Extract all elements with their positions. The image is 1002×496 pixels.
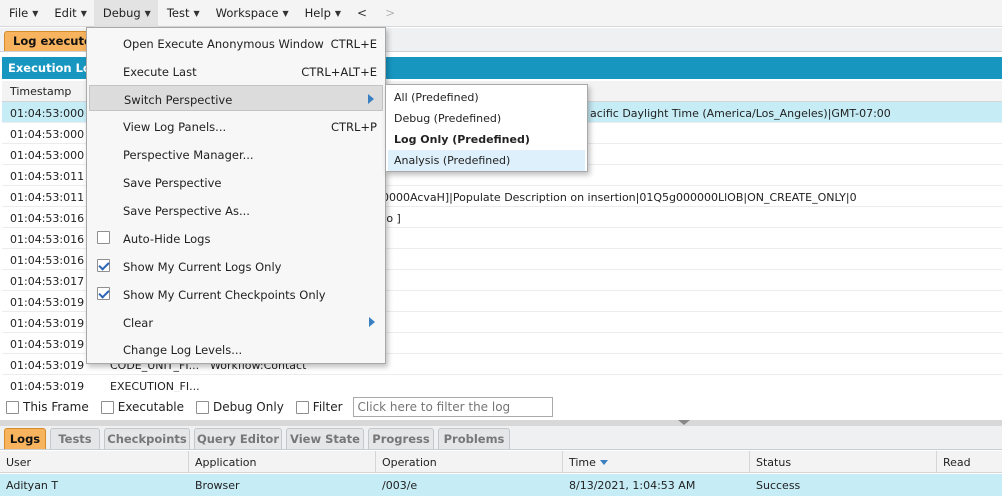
tab-query-editor[interactable]: Query Editor [194,428,282,449]
tab-problems[interactable]: Problems [438,428,510,449]
menu-test[interactable]: Test ▼ [158,0,207,27]
caret-down-icon: ▼ [144,8,151,18]
column-time[interactable]: Time [563,451,750,473]
executable-checkbox[interactable]: Executable [100,400,184,414]
menu-item-clear[interactable]: Clear [89,309,383,335]
menu-item-save-perspective[interactable]: Save Perspective [89,169,383,195]
tab-progress[interactable]: Progress [368,428,434,449]
menu-file[interactable]: File ▼ [0,0,45,27]
menu-edit[interactable]: Edit ▼ [45,0,93,27]
menu-item-auto-hide-logs[interactable]: Auto-Hide Logs [89,225,383,251]
filter-checkbox[interactable]: Filter [295,400,343,414]
menu-help[interactable]: Help ▼ [296,0,348,27]
perspective-debug[interactable]: Debug (Predefined) [388,108,585,129]
menu-item-perspective-manager[interactable]: Perspective Manager... [89,141,383,167]
menu-item-switch-perspective[interactable]: Switch Perspective [89,85,383,111]
checkbox-icon [100,400,114,414]
cell-status: Success [756,479,801,492]
caret-down-icon: ▼ [80,8,87,18]
tab-logs[interactable]: Logs [4,428,46,449]
checkbox-checked-icon [97,259,110,272]
caret-down-icon: ▼ [334,8,342,18]
checkbox-icon [97,231,110,244]
column-status[interactable]: Status [750,451,937,473]
cell-application: Browser [195,479,240,492]
log-tab[interactable]: Log executeA [4,31,88,51]
bottom-tab-strip: Logs Tests Checkpoints Query Editor View… [0,426,1002,450]
switch-perspective-submenu: All (Predefined) Debug (Predefined) Log … [385,84,588,172]
splitter-grip-icon[interactable] [678,420,690,425]
cell-operation: /003/e [382,479,418,492]
table-row[interactable]: Adityan T Browser /003/e 8/13/2021, 1:04… [0,474,1002,496]
checkbox-icon [295,400,309,414]
menu-workspace[interactable]: Workspace ▼ [207,0,296,27]
menu-item-view-log-panels[interactable]: View Log Panels... CTRL+P [89,113,383,139]
checkbox-checked-icon [97,287,110,300]
this-frame-checkbox[interactable]: This Frame [6,400,89,414]
column-operation[interactable]: Operation [376,451,563,473]
perspective-analysis[interactable]: Analysis (Predefined) [388,150,585,171]
submenu-arrow-icon [368,94,374,104]
checkbox-icon [6,400,19,414]
cell-user: Adityan T [6,479,59,492]
caret-down-icon: ▼ [282,8,289,18]
tab-checkpoints[interactable]: Checkpoints [104,428,190,449]
caret-down-icon: ▼ [32,8,39,18]
menu-debug[interactable]: Debug ▼ [93,0,158,27]
caret-down-icon: ▼ [193,8,200,18]
log-row[interactable]: 01:04:53:019 EXECUTION_FI... [2,375,1002,392]
menu-item-save-perspective-as[interactable]: Save Perspective As... [89,197,383,223]
checkbox-icon [196,400,210,414]
menu-item-show-my-current-checkpoints[interactable]: Show My Current Checkpoints Only [89,281,383,307]
column-read[interactable]: Read [937,451,1002,473]
debug-only-checkbox[interactable]: Debug Only [196,400,284,414]
menu-item-change-log-levels[interactable]: Change Log Levels... [89,336,383,362]
forward-icon[interactable]: > [376,6,404,20]
filter-input[interactable] [352,397,553,417]
debug-menu: Open Execute Anonymous Window CTRL+E Exec… [86,27,386,364]
tab-tests[interactable]: Tests [50,428,100,449]
menu-item-open-execute-anonymous[interactable]: Open Execute Anonymous Window CTRL+E [89,30,383,56]
menu-item-show-my-current-logs[interactable]: Show My Current Logs Only [89,253,383,279]
column-user[interactable]: User [0,451,189,473]
sort-descending-icon [599,460,608,465]
perspective-log-only[interactable]: Log Only (Predefined) [388,129,585,150]
cell-time: 8/13/2021, 1:04:53 AM [569,479,696,492]
column-application[interactable]: Application [189,451,376,473]
back-icon[interactable]: < [348,6,376,20]
submenu-arrow-icon [369,317,375,327]
filter-bar: This Frame Executable Debug Only Filter [0,395,1002,419]
menu-item-execute-last[interactable]: Execute Last CTRL+ALT+E [89,58,383,84]
perspective-all[interactable]: All (Predefined) [388,87,585,108]
tab-view-state[interactable]: View State [286,428,364,449]
menubar: File ▼ Edit ▼ Debug ▼ Test ▼ Workspace ▼ Help… [0,0,1002,27]
logs-grid-header: User Application Operation Time Status R… [0,451,1002,473]
cell-read [937,474,943,479]
